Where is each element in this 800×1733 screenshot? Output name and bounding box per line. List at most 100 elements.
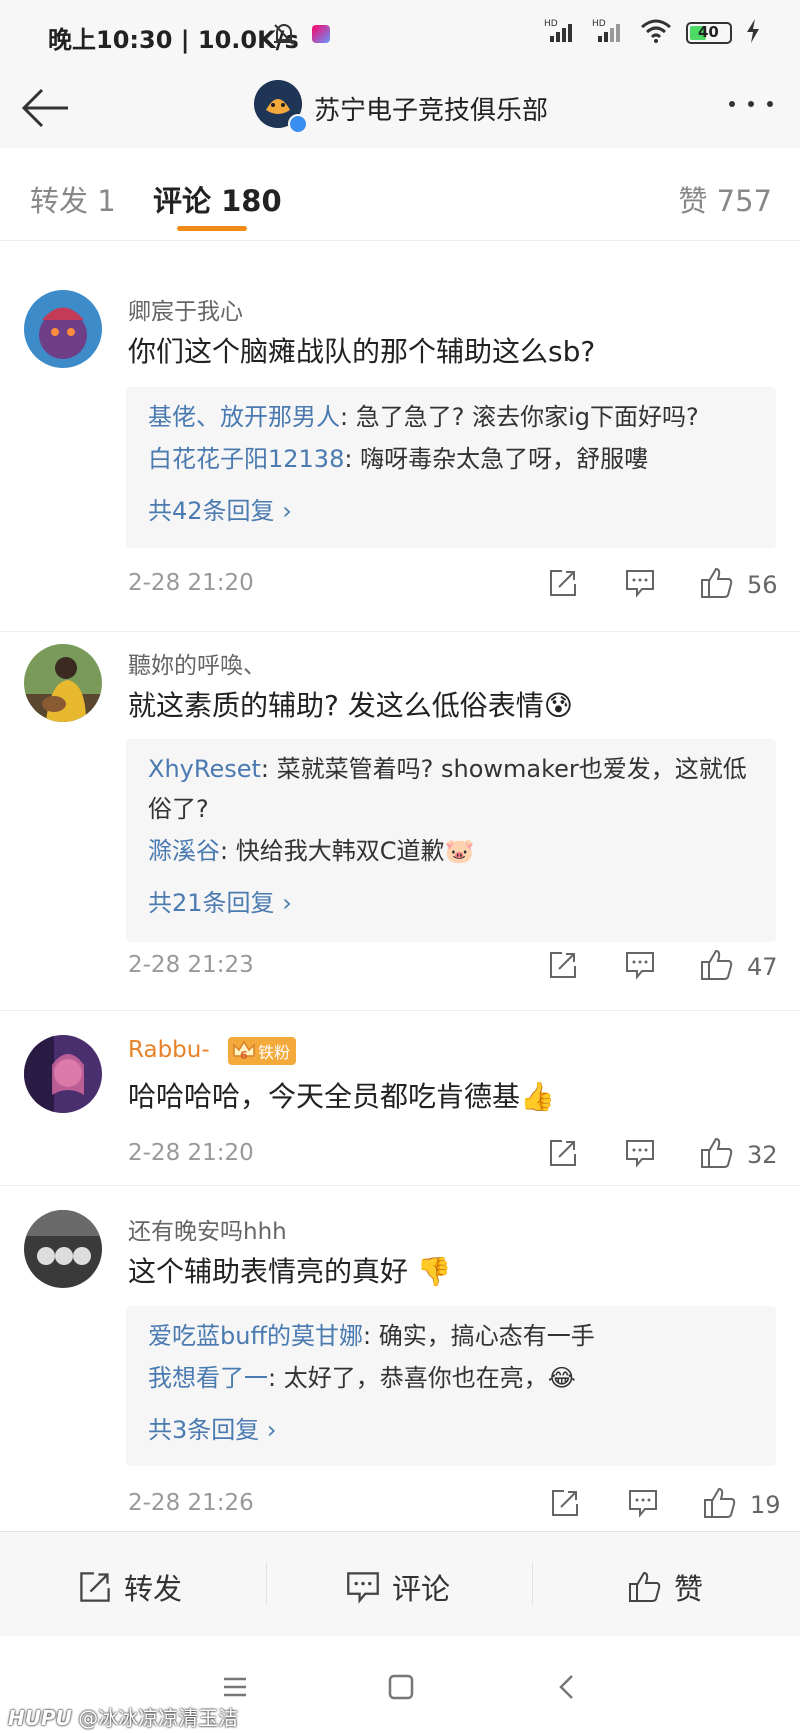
reply-username[interactable]: 白花花子阳12138 — [148, 445, 344, 473]
comment-item: 卿宸于我心 你们这个脑瘫战队的那个辅助这么sb? 基佬、放开那男人: 急了急了?… — [0, 258, 800, 632]
back-button[interactable] — [20, 82, 72, 134]
battery-level: 40 — [698, 23, 719, 41]
home-button[interactable] — [388, 1674, 414, 1704]
menu-button[interactable] — [222, 1676, 248, 1702]
like-label: 赞 — [674, 1572, 704, 1606]
reply-text: : 嗨呀毒杂太急了呀，舒服嘍 — [344, 445, 649, 473]
comment-text-row: 就这素质的辅助? 发这么低俗表情😰 — [128, 686, 768, 726]
reply-comment-button[interactable] — [625, 1138, 655, 1168]
reply-comment-button[interactable] — [625, 568, 655, 598]
charging-icon — [746, 19, 760, 47]
comment-username[interactable]: Rabbu- — [128, 1037, 210, 1063]
comment-icon — [629, 1490, 657, 1518]
comment-time: 2-28 21:20 — [128, 1140, 254, 1166]
view-more-replies-link[interactable]: 共42条回复 › — [148, 491, 292, 526]
repost-label: 转发 — [124, 1572, 183, 1606]
comment-item: 聽妳的呼喚、 就这素质的辅助? 发这么低俗表情😰 XhyReset: 菜就菜管着… — [0, 632, 800, 1011]
like-comment-button[interactable] — [700, 1136, 734, 1170]
reply-box[interactable]: 基佬、放开那男人: 急了急了? 滚去你家ig下面好吗? 白花花子阳12138: … — [126, 387, 776, 548]
svg-text:HD: HD — [592, 19, 606, 29]
reply-item: XhyReset: 菜就菜管着吗? showmaker也爱发，这就低俗了? — [148, 749, 758, 829]
emoji-icon: 😰 — [543, 689, 573, 722]
comment-icon — [347, 1572, 379, 1604]
reply-item: 白花花子阳12138: 嗨呀毒杂太急了呀，舒服嘍 — [148, 439, 758, 479]
reply-username[interactable]: 我想看了一 — [148, 1364, 268, 1392]
reply-item: 爱吃蓝buff的莫甘娜: 确实，搞心态有一手 — [148, 1316, 758, 1356]
repost-comment-button[interactable] — [548, 568, 578, 598]
reply-text: : 急了急了? 滚去你家ig下面好吗? — [340, 403, 699, 431]
reply-box[interactable]: XhyReset: 菜就菜管着吗? showmaker也爱发，这就低俗了? 滁溪… — [126, 739, 776, 942]
repost-comment-button[interactable] — [548, 950, 578, 980]
nav-back-button[interactable] — [558, 1674, 576, 1704]
fan-badge[interactable]: 6 铁粉 — [228, 1037, 297, 1065]
comment-text-row: 这个辅助表情亮的真好 👎 — [128, 1252, 768, 1292]
more-replies-label: 共3条回复 — [148, 1416, 260, 1444]
repost-comment-button[interactable] — [550, 1488, 580, 1518]
like-count: 47 — [747, 953, 778, 981]
comment-text: 哈哈哈哈，今天全员都吃肯德基 — [128, 1080, 521, 1113]
reply-item: 滁溪谷: 快给我大韩双C道歉🐷 — [148, 831, 758, 871]
chevron-right-icon: › — [282, 889, 292, 917]
status-time: 晚上10:30 | 10.0K/s — [48, 26, 299, 54]
reply-comment-button[interactable] — [625, 950, 655, 980]
tabs-bar: 转发 1 评论 180 赞 757 — [0, 148, 800, 241]
watermark-logo: HUPU — [8, 1706, 72, 1730]
comment-time: 2-28 21:26 — [128, 1490, 254, 1516]
like-comment-button[interactable] — [703, 1486, 737, 1520]
repost-comment-button[interactable] — [548, 1138, 578, 1168]
reply-username[interactable]: XhyReset — [148, 755, 261, 783]
comment-icon — [626, 570, 654, 598]
comment-username[interactable]: 聽妳的呼喚、 — [128, 646, 266, 680]
chevron-left-icon — [559, 1675, 573, 1699]
comment-text-row: 哈哈哈哈，今天全员都吃肯德基👍 — [128, 1077, 768, 1117]
comment-username[interactable]: 还有晚安吗hhh — [128, 1212, 287, 1246]
like-comment-button[interactable] — [700, 566, 734, 600]
top-header: 苏宁电子竞技俱乐部 — [0, 70, 800, 149]
tab-comments[interactable]: 评论 180 — [153, 178, 282, 220]
like-button[interactable]: 赞 — [628, 1566, 703, 1608]
chevron-right-icon: › — [282, 497, 292, 525]
reply-comment-button[interactable] — [628, 1488, 658, 1518]
tab-likes[interactable]: 赞 757 — [678, 178, 772, 220]
repost-button[interactable]: 转发 — [78, 1566, 182, 1608]
emoji-icon: 👎 — [416, 1255, 452, 1288]
reply-text: : 太好了，恭喜你也在亮， — [268, 1364, 548, 1392]
avatar[interactable] — [24, 290, 102, 368]
verified-badge-icon — [288, 114, 308, 134]
avatar[interactable] — [24, 1210, 102, 1288]
reply-username[interactable]: 爱吃蓝buff的莫甘娜 — [148, 1322, 363, 1350]
badge-label: 铁粉 — [258, 1043, 291, 1062]
comment-icon — [626, 1140, 654, 1168]
tab-repost[interactable]: 转发 1 — [30, 178, 116, 220]
comment-item: 还有晚安吗hhh 这个辅助表情亮的真好 👎 爱吃蓝buff的莫甘娜: 确实，搞心… — [0, 1186, 800, 1530]
watermark: HUPU @冰冰凉凉清玉洁 — [8, 1702, 238, 1731]
comment-button[interactable]: 评论 — [346, 1566, 450, 1608]
page-title[interactable]: 苏宁电子竞技俱乐部 — [314, 90, 548, 127]
view-more-replies-link[interactable]: 共3条回复 › — [148, 1410, 277, 1445]
share-icon — [552, 1490, 578, 1516]
share-icon — [550, 1140, 576, 1166]
more-options-button[interactable] — [726, 94, 776, 114]
emoji-icon: 🐷 — [444, 837, 475, 865]
watermark-text: @冰冰凉凉清玉洁 — [78, 1706, 239, 1730]
avatar[interactable] — [24, 1035, 102, 1113]
badge-level: 6 — [240, 1049, 248, 1062]
status-bar: 晚上10:30 | 10.0K/s HD HD 40 — [0, 0, 800, 70]
signal-icon: HD — [544, 18, 578, 48]
thumbs-up-icon — [701, 1137, 733, 1168]
reply-box[interactable]: 爱吃蓝buff的莫甘娜: 确实，搞心态有一手 我想看了一: 太好了，恭喜你也在亮… — [126, 1306, 776, 1466]
emoji-icon: 😂 — [547, 1364, 576, 1392]
reply-username[interactable]: 基佬、放开那男人 — [148, 403, 340, 431]
view-more-replies-link[interactable]: 共21条回复 › — [148, 883, 292, 918]
more-dots-icon — [729, 101, 773, 107]
divider — [532, 1562, 533, 1604]
comment-username[interactable]: 卿宸于我心 — [128, 292, 243, 326]
reply-username[interactable]: 滁溪谷 — [148, 837, 220, 865]
thumbs-up-icon — [704, 1487, 736, 1518]
bottom-action-bar: 转发 评论 赞 — [0, 1531, 800, 1637]
emoji-icon: 👍 — [520, 1080, 555, 1113]
avatar[interactable] — [24, 644, 102, 722]
like-comment-button[interactable] — [700, 948, 734, 982]
comment-time: 2-28 21:20 — [128, 570, 254, 596]
reply-item: 我想看了一: 太好了，恭喜你也在亮，😂 — [148, 1358, 758, 1398]
